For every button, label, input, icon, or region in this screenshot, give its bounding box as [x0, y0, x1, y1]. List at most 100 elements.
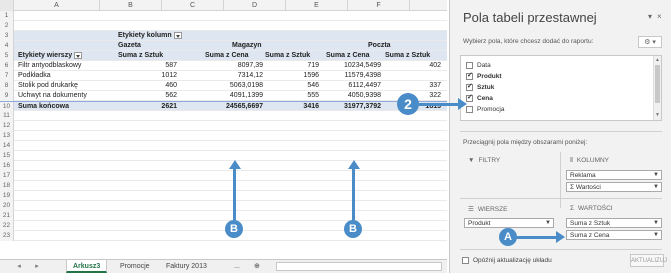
- row-number[interactable]: 20: [0, 201, 14, 211]
- scroll-down-icon[interactable]: ▼: [654, 112, 661, 119]
- values-chip-sztuk[interactable]: Suma z Sztuk ▼: [566, 218, 662, 228]
- value-cell[interactable]: 4050,9398: [322, 91, 384, 101]
- field-item-data[interactable]: Data: [466, 61, 491, 71]
- value-cell[interactable]: 6112,4497: [322, 81, 384, 91]
- column-labels-header[interactable]: Etykiety kolumn: [118, 31, 218, 41]
- chevron-down-icon[interactable]: ▼: [545, 219, 551, 228]
- horizontal-scrollbar[interactable]: [276, 262, 442, 271]
- value-cell[interactable]: [384, 71, 444, 81]
- row-label-cell[interactable]: Podkładka: [18, 71, 114, 81]
- value-cell[interactable]: 1012: [118, 71, 180, 81]
- row-number[interactable]: 9: [0, 91, 14, 101]
- checkbox-icon[interactable]: [466, 61, 473, 69]
- value-cell[interactable]: 11579,4398: [322, 71, 384, 81]
- row-label-cell[interactable]: Stolik pod drukarkę: [18, 81, 114, 91]
- field-item-produkt[interactable]: Produkt: [466, 71, 502, 82]
- row-number[interactable]: 23: [0, 231, 14, 241]
- columns-chip-values[interactable]: Σ Wartości ▼: [566, 182, 662, 192]
- chevron-down-icon[interactable]: ▼: [653, 219, 659, 228]
- field-item-cena[interactable]: Cena: [466, 93, 493, 104]
- value-cell[interactable]: 8097,39: [180, 61, 266, 71]
- measure-header[interactable]: Suma z Cena: [205, 51, 267, 61]
- row-number[interactable]: 13: [0, 131, 14, 141]
- value-cell[interactable]: 562: [118, 91, 180, 101]
- prev-sheet-button[interactable]: ◂: [14, 260, 24, 273]
- row-number[interactable]: 12: [0, 121, 14, 131]
- filter-dropdown-icon[interactable]: [74, 51, 83, 59]
- value-cell[interactable]: 460: [118, 81, 180, 91]
- field-list-scrollbar[interactable]: ▲ ▼: [653, 56, 661, 120]
- select-all-corner[interactable]: [0, 0, 14, 11]
- row-labels-header[interactable]: Etykiety wierszy: [18, 51, 118, 61]
- value-cell[interactable]: 7314,12: [180, 71, 266, 81]
- row-label-cell[interactable]: Filtr antyodblaskowy: [18, 61, 114, 71]
- value-cell[interactable]: 10234,5499: [322, 61, 384, 71]
- checkbox-checked-icon[interactable]: [466, 82, 473, 92]
- value-cell[interactable]: 546: [266, 81, 322, 91]
- value-cell[interactable]: 719: [266, 61, 322, 71]
- value-cell[interactable]: 1596: [266, 71, 322, 81]
- value-cell[interactable]: 587: [118, 61, 180, 71]
- chevron-down-icon[interactable]: ▼: [653, 231, 659, 240]
- close-icon[interactable]: ×: [657, 12, 662, 21]
- row-number[interactable]: 22: [0, 221, 14, 231]
- tab-arkusz3[interactable]: Arkusz3: [66, 260, 108, 273]
- value-cell[interactable]: 4091,1399: [180, 91, 266, 101]
- chevron-down-icon[interactable]: ▼: [653, 183, 659, 192]
- row-number[interactable]: 1: [0, 11, 14, 21]
- measure-header[interactable]: Suma z Sztuk: [265, 51, 327, 61]
- scroll-up-icon[interactable]: ▲: [654, 57, 661, 64]
- defer-update-option[interactable]: Opóźnij aktualizację układu: [462, 257, 552, 264]
- column-header-e[interactable]: E: [286, 0, 348, 11]
- row-label-cell[interactable]: Uchwyt na dokumenty: [18, 91, 114, 101]
- row-number[interactable]: 15: [0, 151, 14, 161]
- row-number[interactable]: 2: [0, 21, 14, 31]
- rows-chip-produkt[interactable]: Produkt ▼: [464, 218, 554, 228]
- row-number[interactable]: 6: [0, 61, 14, 71]
- tab-faktury-2013[interactable]: Faktury 2013: [160, 260, 213, 273]
- row-number[interactable]: 14: [0, 141, 14, 151]
- scroll-thumb[interactable]: [655, 65, 660, 103]
- row-number[interactable]: 5: [0, 51, 14, 61]
- measure-header[interactable]: Suma z Sztuk: [118, 51, 180, 61]
- update-button[interactable]: AKTUALIZUJ: [630, 254, 667, 267]
- tab-promocje[interactable]: Promocje: [114, 260, 156, 273]
- chevron-down-icon[interactable]: ▼: [653, 171, 659, 180]
- row-number[interactable]: 11: [0, 111, 14, 121]
- field-item-sztuk[interactable]: Sztuk: [466, 82, 494, 93]
- row-number[interactable]: 4: [0, 41, 14, 51]
- row-number[interactable]: 16: [0, 161, 14, 171]
- measure-header[interactable]: Suma z Sztuk: [385, 51, 447, 61]
- column-header-c[interactable]: C: [162, 0, 224, 11]
- group-header-poczta[interactable]: Poczta: [368, 41, 428, 51]
- add-sheet-button[interactable]: ⊕: [248, 260, 266, 273]
- measure-header[interactable]: Suma z Cena: [326, 51, 388, 61]
- row-number[interactable]: 8: [0, 81, 14, 91]
- row-number[interactable]: 18: [0, 181, 14, 191]
- more-sheets-button[interactable]: ...: [228, 260, 246, 273]
- value-cell[interactable]: 337: [384, 81, 444, 91]
- checkbox-checked-icon[interactable]: [466, 71, 473, 81]
- next-sheet-button[interactable]: ▸: [32, 260, 42, 273]
- group-header-magazyn[interactable]: Magazyn: [232, 41, 292, 51]
- columns-chip-reklama[interactable]: Reklama ▼: [566, 170, 662, 180]
- value-cell[interactable]: 5063,0198: [180, 81, 266, 91]
- checkbox-icon[interactable]: [466, 105, 473, 113]
- column-header-b[interactable]: B: [100, 0, 162, 11]
- checkbox-icon[interactable]: [462, 257, 469, 264]
- gear-icon[interactable]: ⚙ ▾: [638, 36, 662, 48]
- pane-menu-dropdown-icon[interactable]: ▾: [648, 12, 652, 21]
- column-header-f[interactable]: F: [348, 0, 410, 11]
- row-number[interactable]: 17: [0, 171, 14, 181]
- value-cell[interactable]: 555: [266, 91, 322, 101]
- column-header-d[interactable]: D: [224, 0, 286, 11]
- row-number[interactable]: 19: [0, 191, 14, 201]
- checkbox-checked-icon[interactable]: [466, 93, 473, 103]
- row-number[interactable]: 21: [0, 211, 14, 221]
- row-number[interactable]: 3: [0, 31, 14, 41]
- row-number[interactable]: 7: [0, 71, 14, 81]
- values-chip-cena[interactable]: Suma z Cena ▼: [566, 230, 662, 240]
- value-cell[interactable]: 402: [384, 61, 444, 71]
- field-item-promocja[interactable]: Promocja: [466, 105, 504, 115]
- group-header-gazeta[interactable]: Gazeta: [118, 41, 178, 51]
